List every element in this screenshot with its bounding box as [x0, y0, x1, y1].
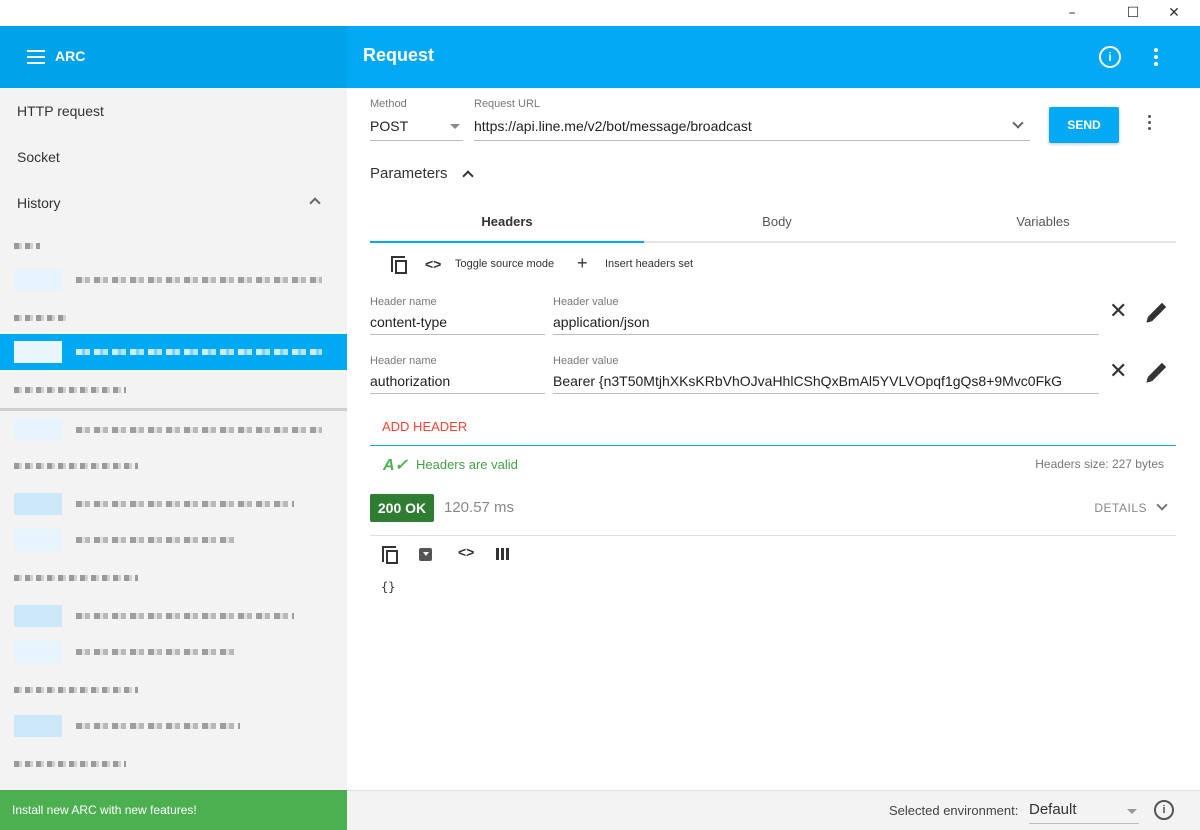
edit-icon[interactable]: [1147, 302, 1167, 322]
history-date-header: [0, 448, 347, 484]
history-date-header: [0, 228, 347, 264]
save-icon[interactable]: [419, 548, 432, 561]
sidebar-item-socket[interactable]: Socket: [0, 134, 347, 180]
page-title: Request: [363, 45, 435, 65]
send-button[interactable]: SEND: [1049, 107, 1119, 143]
sidebar-item-label: History: [17, 195, 61, 211]
list-item-selected[interactable]: [0, 334, 347, 370]
sidebar-item-http-request[interactable]: HTTP request: [0, 88, 347, 134]
header-value-input[interactable]: application/json: [553, 314, 650, 330]
sidebar: HTTP request Socket History: [0, 88, 347, 790]
more-vert-icon[interactable]: [1146, 115, 1152, 133]
chevron-down-icon[interactable]: [1156, 499, 1168, 511]
status-bar: Selected environment: Default i: [347, 790, 1200, 830]
copy-icon[interactable]: [391, 256, 407, 274]
headers-size-text: Headers size: 227 bytes: [1035, 457, 1164, 471]
info-icon[interactable]: i: [1099, 46, 1121, 68]
edit-icon[interactable]: [1147, 362, 1167, 382]
install-banner[interactable]: Install new ARC with new features!: [0, 790, 347, 830]
add-header-button[interactable]: ADD HEADER: [382, 419, 467, 434]
app-toolbar: Request i: [347, 26, 1200, 88]
request-panel: Method POST Request URL https://api.line…: [347, 88, 1200, 790]
close-icon[interactable]: ✕: [1109, 299, 1127, 324]
url-label: Request URL: [474, 98, 541, 110]
details-button[interactable]: DETAILS: [1094, 501, 1147, 515]
header-value-input[interactable]: Bearer {n3T50MtjhXKsKRbVhOJvaHhlCShQxBmA…: [553, 373, 1099, 389]
info-icon[interactable]: i: [1154, 800, 1174, 820]
chevron-down-icon[interactable]: [1012, 117, 1024, 129]
copy-icon[interactable]: [382, 546, 398, 564]
caret-down-icon[interactable]: [450, 124, 460, 129]
close-icon[interactable]: ✕: [1109, 359, 1127, 384]
header-name-label: Header name: [370, 296, 437, 308]
chevron-up-icon[interactable]: [309, 197, 321, 209]
headers-valid-text: Headers are valid: [416, 457, 518, 472]
more-vert-icon[interactable]: [1150, 46, 1162, 68]
spellcheck-icon: A✓: [383, 457, 408, 474]
close-button[interactable]: ✕: [1163, 4, 1185, 22]
method-label: Method: [370, 98, 407, 110]
environment-label: Selected environment:: [889, 803, 1019, 818]
url-input[interactable]: https://api.line.me/v2/bot/message/broad…: [474, 118, 752, 134]
list-item[interactable]: [0, 598, 347, 634]
list-item[interactable]: [0, 486, 347, 522]
header-name-input[interactable]: authorization: [370, 373, 450, 389]
code-icon[interactable]: <>: [458, 544, 474, 560]
list-item[interactable]: [0, 634, 347, 670]
tab-indicator: [370, 241, 644, 243]
list-item[interactable]: [0, 708, 347, 744]
history-date-header: [0, 672, 347, 708]
app-drawer-header: ARC: [0, 26, 347, 88]
app-name: ARC: [55, 48, 86, 64]
list-item[interactable]: [0, 412, 347, 448]
window-titlebar: – ☐ ✕: [0, 0, 1200, 26]
tab-headers[interactable]: Headers: [370, 200, 644, 244]
list-item[interactable]: [0, 262, 347, 298]
maximize-button[interactable]: ☐: [1122, 4, 1144, 22]
method-select[interactable]: POST: [370, 118, 408, 134]
toggle-source-button[interactable]: Toggle source mode: [455, 258, 554, 270]
header-value-label: Header value: [553, 296, 619, 308]
header-value-label: Header value: [553, 355, 619, 367]
menu-icon[interactable]: [27, 50, 45, 64]
caret-down-icon[interactable]: [1127, 809, 1137, 814]
history-date-header: [0, 372, 347, 408]
status-badge: 200 OK: [370, 494, 434, 522]
history-date-header: [0, 746, 347, 782]
sidebar-item-history[interactable]: History: [0, 180, 347, 226]
tab-body[interactable]: Body: [644, 200, 910, 244]
list-item[interactable]: [0, 522, 347, 558]
header-name-input[interactable]: content-type: [370, 314, 447, 330]
response-body: {}: [381, 580, 396, 594]
minimize-button[interactable]: –: [1061, 4, 1083, 22]
divider: [0, 408, 347, 411]
parameters-toggle[interactable]: Parameters: [370, 165, 448, 182]
environment-select[interactable]: Default: [1029, 801, 1077, 818]
tab-variables[interactable]: Variables: [910, 200, 1176, 244]
add-icon[interactable]: +: [577, 253, 588, 274]
history-date-header: [0, 560, 347, 596]
response-time: 120.57 ms: [444, 499, 515, 516]
code-icon[interactable]: <>: [425, 256, 441, 272]
view-columns-icon[interactable]: [496, 548, 510, 560]
chevron-up-icon[interactable]: [462, 170, 474, 182]
insert-headers-set-button[interactable]: Insert headers set: [605, 258, 693, 270]
header-name-label: Header name: [370, 355, 437, 367]
history-date-header: [0, 300, 347, 336]
